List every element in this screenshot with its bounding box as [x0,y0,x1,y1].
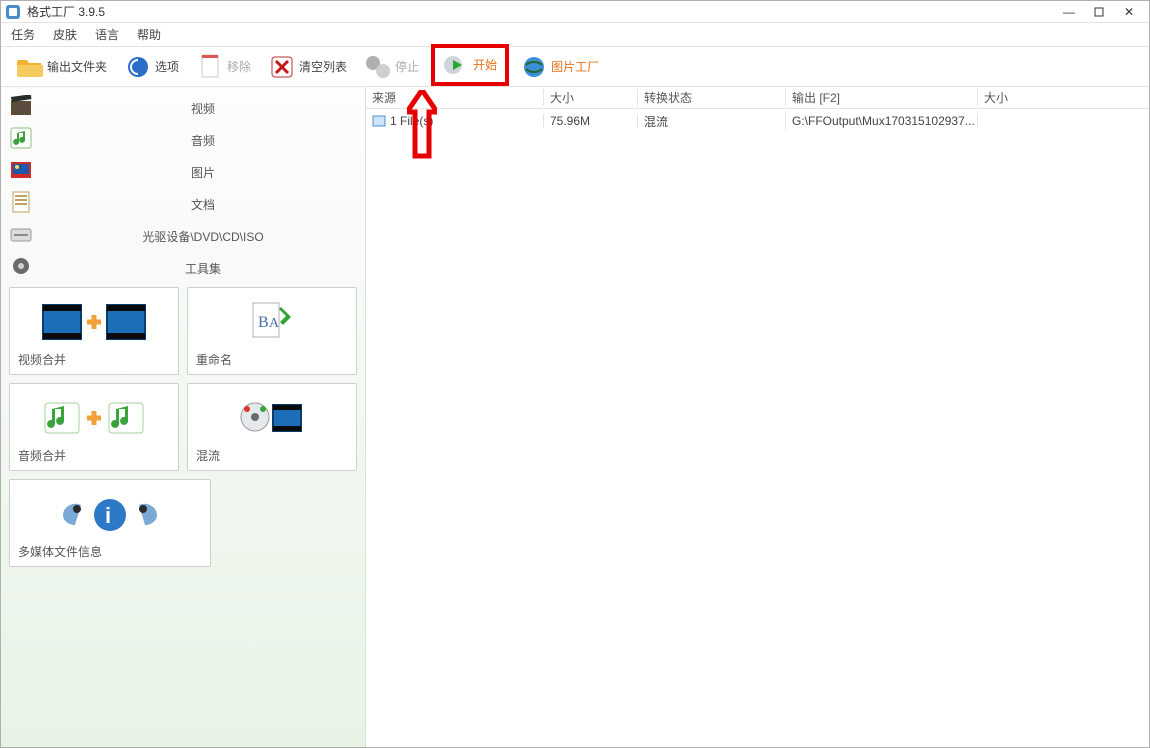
output-folder-label: 输出文件夹 [47,58,107,75]
minimize-button[interactable]: — [1059,4,1079,20]
folder-icon [17,54,43,80]
stop-icon [365,54,391,80]
music-note-icon [10,127,32,149]
toolbar: 输出文件夹 选项 移除 清空列表 停止 [1,47,1149,87]
gear-icon [10,255,32,277]
card-video-join-label: 视频合并 [18,351,170,368]
globe-icon [521,54,547,80]
image-icon [10,159,32,181]
media-info-icon: i [18,486,202,541]
output-folder-button[interactable]: 输出文件夹 [11,50,113,84]
card-mux-label: 混流 [196,447,348,464]
card-audio-join[interactable]: 音频合并 [9,383,179,471]
sidebar-item-audio[interactable]: 音频 [191,129,215,151]
mux-icon [196,390,348,445]
menu-language[interactable]: 语言 [95,26,119,43]
sidebar-categories: 视频 音频 图片 文档 光驱设备\DVD\CD\ISO 工具集 [1,87,365,279]
card-media-info[interactable]: i 多媒体文件信息 [9,479,211,567]
card-media-info-label: 多媒体文件信息 [18,543,202,560]
start-button[interactable]: 开始 [437,48,503,82]
document-icon [10,191,32,213]
sidebar-labels: 视频 音频 图片 文档 光驱设备\DVD\CD\ISO 工具集 [41,87,365,279]
stop-label: 停止 [395,58,419,75]
card-mux[interactable]: 混流 [187,383,357,471]
content: 视频 音频 图片 文档 光驱设备\DVD\CD\ISO 工具集 [1,87,1149,747]
sidebar-item-document[interactable]: 文档 [191,193,215,215]
stop-button[interactable]: 停止 [359,50,425,84]
row-state: 混流 [638,113,786,130]
options-icon [125,54,151,80]
app-icon [5,4,21,20]
sidebar: 视频 音频 图片 文档 光驱设备\DVD\CD\ISO 工具集 [1,87,366,747]
file-icon [372,114,386,128]
row-source: 1 File(s) [390,114,433,128]
sidebar-item-disc[interactable]: 光驱设备\DVD\CD\ISO [142,225,263,247]
rename-icon: B A [196,294,348,349]
menubar: 任务 皮肤 语言 帮助 [1,23,1149,47]
row-output: G:\FFOutput\Mux170315102937... [786,114,978,128]
svg-text:A: A [269,316,280,331]
card-rename-label: 重命名 [196,351,348,368]
remove-label: 移除 [227,58,251,75]
window-title: 格式工厂 3.9.5 [27,3,1059,20]
remove-button[interactable]: 移除 [191,50,257,84]
disc-drive-icon [10,223,32,245]
video-join-icon [18,294,170,349]
menu-help[interactable]: 帮助 [137,26,161,43]
card-audio-join-label: 音频合并 [18,447,170,464]
main-window: 格式工厂 3.9.5 — ✕ 任务 皮肤 语言 帮助 输出文件夹 选项 [0,0,1150,748]
window-buttons: — ✕ [1059,4,1139,20]
card-rename[interactable]: B A 重命名 [187,287,357,375]
options-button[interactable]: 选项 [119,50,185,84]
menu-task[interactable]: 任务 [11,26,35,43]
photo-factory-button[interactable]: 图片工厂 [515,50,605,84]
sidebar-item-video[interactable]: 视频 [191,97,215,119]
menu-skin[interactable]: 皮肤 [53,26,77,43]
header-size[interactable]: 大小 [544,89,638,106]
sidebar-item-tools[interactable]: 工具集 [185,257,221,279]
photo-factory-label: 图片工厂 [551,58,599,75]
start-button-highlight: 开始 [431,44,509,86]
clear-list-label: 清空列表 [299,58,347,75]
sidebar-icons [1,87,41,279]
maximize-button[interactable] [1089,4,1109,20]
svg-text:B: B [258,314,269,331]
titlebar: 格式工厂 3.9.5 — ✕ [1,1,1149,23]
header-source[interactable]: 来源 [366,89,544,106]
card-video-join[interactable]: 视频合并 [9,287,179,375]
row-size: 75.96M [544,114,638,128]
clear-list-button[interactable]: 清空列表 [263,50,353,84]
close-button[interactable]: ✕ [1119,4,1139,20]
start-icon [443,52,469,78]
task-panel: 来源 大小 转换状态 输出 [F2] 大小 1 File(s) 75.96M 混… [366,87,1149,747]
start-label: 开始 [473,56,497,73]
remove-icon [197,54,223,80]
svg-text:i: i [105,503,111,528]
options-label: 选项 [155,58,179,75]
sidebar-item-image[interactable]: 图片 [191,161,215,183]
header-size2[interactable]: 大小 [978,89,1149,106]
task-header: 来源 大小 转换状态 输出 [F2] 大小 [366,87,1149,109]
tool-cards: 视频合并 B A 重命名 [1,279,365,575]
task-row[interactable]: 1 File(s) 75.96M 混流 G:\FFOutput\Mux17031… [366,109,1149,133]
clapper-icon [10,95,32,117]
audio-join-icon [18,390,170,445]
header-output[interactable]: 输出 [F2] [786,89,978,106]
clear-icon [269,54,295,80]
header-state[interactable]: 转换状态 [638,89,786,106]
